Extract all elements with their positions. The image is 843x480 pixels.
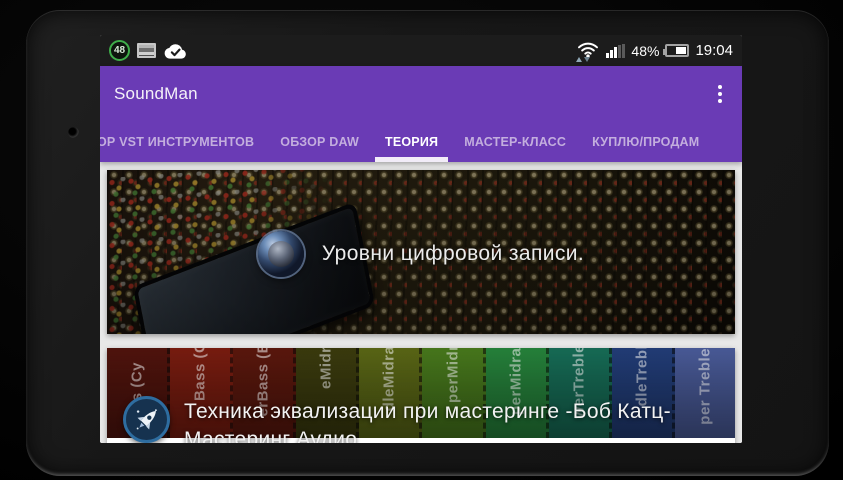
status-bar: 48 bbox=[100, 35, 742, 66]
article-card-eq-mastering[interactable]: ss (CyBass (CperBass (BeMidrandleMidranp… bbox=[107, 348, 735, 443]
article-card-digital-levels[interactable]: Уровни цифровой записи. bbox=[107, 170, 735, 334]
tab-3[interactable]: МАСТЕР-КЛАСС bbox=[464, 122, 566, 162]
front-camera-icon bbox=[68, 127, 79, 138]
wifi-icon bbox=[576, 41, 600, 61]
article-title: Уровни цифровой записи. bbox=[322, 242, 584, 266]
rocket-icon bbox=[123, 396, 170, 443]
tab-2[interactable]: ТЕОРИЯ bbox=[385, 122, 438, 162]
clock-text: 19:04 bbox=[695, 42, 733, 59]
tab-1[interactable]: ОБЗОР DAW bbox=[280, 122, 359, 162]
tablet-device-frame: 48 bbox=[26, 10, 829, 476]
speaker-cone bbox=[268, 241, 294, 267]
signal-bars-icon bbox=[606, 44, 625, 58]
overflow-menu-icon[interactable] bbox=[712, 77, 728, 111]
battery-percent-text: 48% bbox=[631, 43, 659, 59]
article-list[interactable]: Уровни цифровой записи. ss (CyBass (Cper… bbox=[100, 162, 742, 443]
wifi-traffic-arrows-icon bbox=[576, 57, 590, 62]
cloud-done-icon bbox=[163, 42, 187, 60]
screenshot-icon bbox=[137, 43, 156, 58]
tab-bar: ОР VST ИНСТРУМЕНТОВ ОБЗОР DAW ТЕОРИЯ МАСТЕР… bbox=[100, 122, 742, 162]
app-header: SoundMan ОР VST ИНСТРУМЕНТОВ ОБЗОР DAW ТЕО… bbox=[100, 66, 742, 162]
tab-0[interactable]: ОР VST ИНСТРУМЕНТОВ bbox=[100, 122, 254, 162]
page-title: SoundMan bbox=[114, 84, 198, 104]
percent-badge-icon: 48 bbox=[109, 40, 130, 61]
tab-4[interactable]: КУПЛЮ/ПРОДАМ bbox=[592, 122, 699, 162]
speaker-icon bbox=[258, 231, 304, 277]
device-screen: 48 bbox=[100, 35, 742, 443]
battery-icon bbox=[665, 44, 689, 57]
app-bar: SoundMan bbox=[100, 66, 742, 122]
article-title-line2: Мастеринг Аудио bbox=[184, 426, 671, 443]
article-title: Техника эквализации при мастеринге -Боб … bbox=[184, 396, 671, 443]
status-bar-left: 48 bbox=[109, 40, 187, 61]
article-title-line1: Техника эквализации при мастеринге -Боб … bbox=[184, 398, 671, 426]
photo-background: 48 bbox=[0, 0, 843, 480]
status-bar-right: 48% 19:04 bbox=[576, 41, 733, 61]
